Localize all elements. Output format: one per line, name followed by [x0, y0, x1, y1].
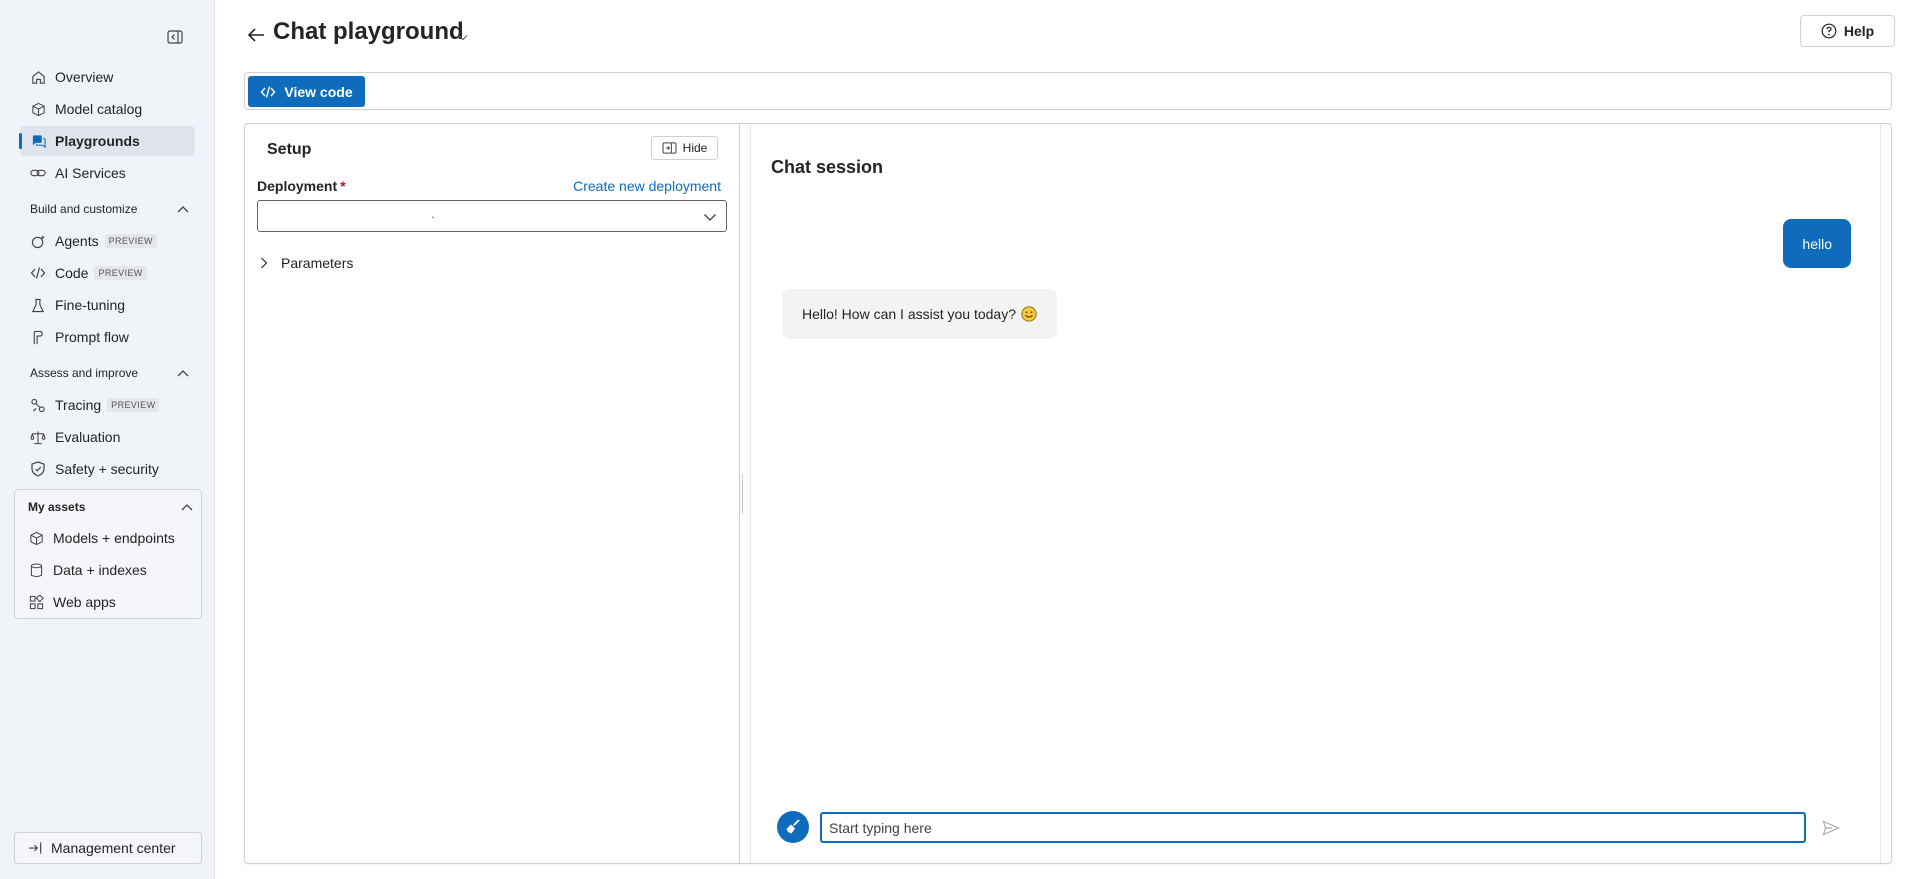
assistant-message: Hello! How can I assist you today?	[782, 289, 1057, 339]
sidebar-item-label: Models + endpoints	[53, 530, 175, 546]
chevron-right-icon	[257, 256, 271, 270]
sidebar-item-agents[interactable]: Agents PREVIEW	[20, 226, 195, 256]
sidebar-item-web-apps[interactable]: Web apps	[16, 587, 200, 617]
user-message-text: hello	[1802, 235, 1832, 252]
sidebar-item-label: Agents	[55, 233, 99, 249]
chevron-down-icon[interactable]	[458, 28, 470, 41]
management-center-label: Management center	[51, 840, 176, 856]
chevron-up-icon	[176, 366, 190, 380]
playground-panels: Setup Hide Deployment * Create new deploy…	[244, 123, 1892, 864]
home-icon	[30, 69, 46, 85]
sidebar-item-label: Fine-tuning	[55, 297, 126, 313]
sidebar-item-ai-services[interactable]: AI Services	[20, 158, 195, 188]
panel-hide-icon	[662, 142, 677, 154]
sidebar-item-label: Web apps	[53, 594, 116, 610]
deployment-value: .	[431, 206, 435, 221]
sidebar-item-label: Safety + security	[55, 461, 159, 477]
chat-bubbles-icon	[30, 133, 46, 149]
management-center-button[interactable]: Management center	[14, 832, 202, 864]
sidebar-item-label: Overview	[55, 69, 114, 85]
chevron-up-icon	[180, 500, 194, 514]
view-code-label: View code	[284, 83, 353, 100]
database-icon	[28, 562, 44, 578]
help-button[interactable]: Help	[1800, 15, 1895, 47]
send-icon[interactable]	[1821, 818, 1841, 838]
back-arrow-icon[interactable]	[245, 24, 267, 46]
sidebar-item-fine-tuning[interactable]: Fine-tuning	[20, 290, 195, 320]
panel-resize-handle[interactable]	[739, 474, 743, 514]
hide-setup-button[interactable]: Hide	[651, 136, 718, 160]
page-title: Chat playground	[273, 18, 464, 45]
section-assess-and-improve[interactable]: Assess and improve	[30, 363, 190, 383]
clear-chat-button[interactable]	[777, 811, 809, 843]
preview-badge: PREVIEW	[107, 398, 160, 412]
help-label: Help	[1843, 23, 1875, 39]
sidebar-item-model-catalog[interactable]: Model catalog	[20, 94, 195, 124]
code-icon	[260, 85, 276, 99]
apps-icon	[28, 594, 44, 610]
sidebar-item-code[interactable]: Code PREVIEW	[20, 258, 195, 288]
setup-panel: Setup Hide Deployment * Create new deploy…	[245, 124, 740, 863]
parameters-label: Parameters	[281, 255, 354, 271]
smile-emoji-icon	[1021, 306, 1037, 322]
beaker-icon	[30, 297, 46, 313]
sidebar-item-label: Data + indexes	[53, 562, 147, 578]
sidebar-item-label: Tracing	[55, 397, 102, 413]
section-my-assets[interactable]: My assets	[28, 497, 194, 517]
hide-label: Hide	[682, 141, 708, 155]
code-icon	[30, 265, 46, 281]
sidebar-item-tracing[interactable]: Tracing PREVIEW	[20, 390, 195, 420]
deployment-dropdown[interactable]: .	[257, 200, 727, 232]
broom-icon	[784, 818, 802, 836]
assistant-message-text: Hello! How can I assist you today?	[802, 306, 1016, 322]
sidebar-item-label: AI Services	[55, 165, 126, 181]
chevron-down-icon	[702, 209, 718, 225]
sidebar-item-models-endpoints[interactable]: Models + endpoints	[16, 523, 200, 553]
cube-catalog-icon	[30, 101, 46, 117]
cube-icon	[28, 530, 44, 546]
parameters-accordion[interactable]: Parameters	[257, 255, 353, 271]
sidebar-item-label: Prompt flow	[55, 329, 129, 345]
flow-icon	[30, 329, 46, 345]
section-build-and-customize[interactable]: Build and customize	[30, 199, 190, 219]
sidebar-item-label: Model catalog	[55, 101, 143, 117]
create-new-deployment-link[interactable]: Create new deployment	[573, 178, 721, 194]
arrow-exit-icon	[27, 840, 43, 856]
panel-collapse-icon[interactable]	[165, 28, 185, 46]
sparkle-icon	[30, 233, 46, 249]
setup-title: Setup	[267, 141, 312, 158]
chat-session-panel: Chat session hello Hello! How can I assi…	[750, 124, 1881, 863]
sidebar-item-data-indexes[interactable]: Data + indexes	[16, 555, 200, 585]
question-circle-icon	[1821, 23, 1837, 39]
chevron-up-icon	[176, 202, 190, 216]
my-assets-group: My assets Models + endpoints Data + inde…	[14, 489, 202, 619]
sidebar-item-playgrounds[interactable]: Playgrounds	[19, 126, 195, 156]
view-code-button[interactable]: View code	[248, 76, 365, 107]
toolbar: View code	[244, 72, 1892, 110]
sidebar-item-evaluation[interactable]: Evaluation	[20, 422, 195, 452]
sidebar-item-overview[interactable]: Overview	[20, 62, 195, 92]
chat-message-input[interactable]	[820, 812, 1806, 843]
deployment-label: Deployment *	[257, 178, 346, 194]
sidebar-item-label: Playgrounds	[55, 133, 140, 149]
sidebar-item-label: Code	[55, 265, 89, 281]
shield-icon	[30, 461, 46, 477]
link-icon	[30, 165, 46, 181]
sidebar-item-prompt-flow[interactable]: Prompt flow	[20, 322, 195, 352]
user-message: hello	[1783, 219, 1851, 268]
preview-badge: PREVIEW	[94, 266, 147, 280]
sidebar-item-label: Evaluation	[55, 429, 121, 445]
sidebar-item-safety-security[interactable]: Safety + security	[20, 454, 195, 484]
tracing-icon	[30, 397, 46, 413]
chat-session-title: Chat session	[771, 157, 884, 177]
required-marker: *	[340, 178, 346, 194]
scale-icon	[30, 429, 46, 445]
preview-badge: PREVIEW	[104, 234, 157, 248]
sidebar: Overview Model catalog Playgrounds AI Se…	[0, 0, 215, 879]
